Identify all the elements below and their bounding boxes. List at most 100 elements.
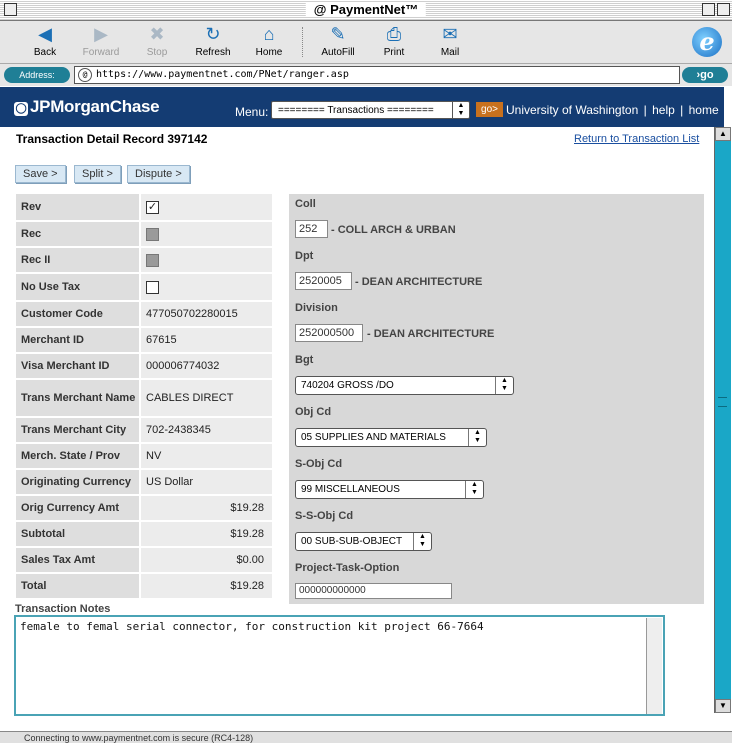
page-title: Transaction Detail Record 397142 <box>16 132 208 146</box>
disabled-checkbox <box>146 227 159 241</box>
close-box[interactable] <box>4 3 17 16</box>
notes-scrollbar[interactable] <box>646 618 662 714</box>
detail-row: Trans Merchant City 702-2438345 <box>16 418 272 442</box>
coll-label: Coll <box>295 198 316 210</box>
logo-octagon-icon: ◯ <box>14 102 28 116</box>
select-arrows-icon: ▲ ▼ <box>413 533 431 550</box>
stop-icon: ✖ <box>149 23 165 44</box>
autofill-button[interactable]: ✎ AutoFill <box>313 23 363 59</box>
return-to-list-link[interactable]: Return to Transaction List <box>574 133 699 145</box>
bgt-select[interactable]: 740204 GROSS /DO ▲ ▼ <box>295 376 514 395</box>
detail-label: No Use Tax <box>16 274 139 300</box>
address-go-button[interactable]: ›go <box>682 67 728 83</box>
checkbox[interactable]: ✓ <box>146 200 159 214</box>
window-title: @ PaymentNet™ <box>305 2 427 17</box>
select-arrows-icon: ▲ ▼ <box>468 429 486 446</box>
link-separator: | <box>680 103 684 117</box>
notes-text: female to femal serial connector, for co… <box>20 620 484 633</box>
detail-label: Sales Tax Amt <box>16 548 139 572</box>
toolbar-button-label: Back <box>33 47 57 58</box>
jpmorganchase-logo: ◯ JPMorganChase <box>14 97 160 116</box>
detail-row: Total $19.28 <box>16 574 272 598</box>
detail-value: 67615 <box>141 328 272 352</box>
project-input[interactable]: 000000000000 <box>295 583 452 599</box>
detail-value <box>141 248 272 272</box>
window-title-bar[interactable]: @ PaymentNet™ <box>0 0 732 21</box>
dpt-input[interactable]: 2520005 <box>295 272 352 290</box>
toolbar-button-label: Mail <box>440 47 460 58</box>
page-scrollbar[interactable]: ▲ ▼ <box>714 127 731 713</box>
detail-label: Total <box>16 574 139 598</box>
dispute-button[interactable]: Dispute > <box>127 165 190 183</box>
dpt-description: - DEAN ARCHITECTURE <box>355 276 483 288</box>
toolbar-separator <box>302 27 303 57</box>
address-label: Address: <box>4 67 70 83</box>
detail-value <box>141 222 272 246</box>
select-arrows-icon: ▲ ▼ <box>452 102 469 118</box>
division-input[interactable]: 252000500 <box>295 324 363 342</box>
select-arrows-icon: ▲ ▼ <box>495 377 513 394</box>
notes-label: Transaction Notes <box>15 603 111 615</box>
toolbar-button-label: Forward <box>82 47 120 58</box>
help-link[interactable]: help <box>652 103 675 117</box>
forward-button[interactable]: ▶ Forward <box>76 23 126 59</box>
toolbar-button-label: Home <box>255 47 283 58</box>
stop-button[interactable]: ✖ Stop <box>132 23 182 59</box>
detail-row: Rev ✓ <box>16 194 272 220</box>
checkbox[interactable] <box>146 280 159 294</box>
menu-go-button[interactable]: go> <box>476 102 503 117</box>
university-link[interactable]: University of Washington <box>506 103 638 117</box>
s-obj-cd-select[interactable]: 99 MISCELLANEOUS ▲ ▼ <box>295 480 484 499</box>
detail-label: Customer Code <box>16 302 139 326</box>
internet-explorer-logo-icon[interactable]: e <box>692 27 722 57</box>
zoom-box[interactable] <box>702 3 715 16</box>
home-button[interactable]: ⌂ Home <box>244 23 294 59</box>
link-separator: | <box>643 103 647 117</box>
print-button[interactable]: ⎙ Print <box>369 23 419 59</box>
scroll-thumb-grip[interactable] <box>718 397 727 407</box>
refresh-button[interactable]: ↻ Refresh <box>188 23 238 59</box>
back-button[interactable]: ◀ Back <box>20 23 70 59</box>
obj-cd-select[interactable]: 05 SUPPLIES AND MATERIALS ▲ ▼ <box>295 428 487 447</box>
detail-label: Merchant ID <box>16 328 139 352</box>
detail-row: Rec <box>16 222 272 246</box>
detail-label: Originating Currency <box>16 470 139 494</box>
scroll-down-arrow-icon[interactable]: ▼ <box>715 699 731 713</box>
page-icon: @ <box>78 68 92 82</box>
toolbar-button-label: Stop <box>146 47 168 58</box>
detail-value: $0.00 <box>141 548 272 572</box>
detail-row: Visa Merchant ID 000006774032 <box>16 354 272 378</box>
site-header: ◯ JPMorganChase Menu: ======== Transactio… <box>0 87 724 127</box>
notes-textarea[interactable]: female to femal serial connector, for co… <box>14 615 665 716</box>
menu-label: Menu: <box>235 105 269 119</box>
refresh-icon: ↻ <box>205 23 221 44</box>
menu-select[interactable]: ======== Transactions ======== ▲ ▼ <box>271 101 470 119</box>
detail-value: 702-2438345 <box>141 418 272 442</box>
save-button[interactable]: Save > <box>15 165 66 183</box>
scroll-up-arrow-icon[interactable]: ▲ <box>715 127 731 141</box>
toolbar-button-label: Refresh <box>195 47 231 58</box>
mail-icon: ✉ <box>442 23 458 44</box>
status-bar: Connecting to www.paymentnet.com is secu… <box>0 731 732 743</box>
detail-value: 000006774032 <box>141 354 272 378</box>
toolbar-button-label: AutoFill <box>321 47 355 58</box>
detail-label: Rec <box>16 222 139 246</box>
home-link[interactable]: home <box>689 103 719 117</box>
detail-row: Merchant ID 67615 <box>16 328 272 352</box>
s-s-obj-cd-label: S-S-Obj Cd <box>295 510 354 522</box>
detail-label: Rev <box>16 194 139 220</box>
split-button[interactable]: Split > <box>74 165 121 183</box>
detail-label: Subtotal <box>16 522 139 546</box>
bgt-label: Bgt <box>295 354 314 366</box>
detail-value: $19.28 <box>141 574 272 598</box>
header-links: University of Washington | help | home <box>506 103 721 117</box>
back-arrow-icon: ◀ <box>38 23 52 44</box>
s-s-obj-cd-select[interactable]: 00 SUB-SUB-OBJECT ▲ ▼ <box>295 532 432 551</box>
mail-button[interactable]: ✉ Mail <box>425 23 475 59</box>
detail-value: $19.28 <box>141 496 272 520</box>
address-field[interactable]: @ https://www.paymentnet.com/PNet/ranger.… <box>74 66 680 84</box>
collapse-box[interactable] <box>717 3 730 16</box>
transaction-details-table: Rev ✓ Rec Rec II No Use Tax Customer Code 4770… <box>16 194 272 600</box>
coll-input[interactable]: 252 <box>295 220 328 238</box>
coll-description: - COLL ARCH & URBAN <box>331 224 456 236</box>
